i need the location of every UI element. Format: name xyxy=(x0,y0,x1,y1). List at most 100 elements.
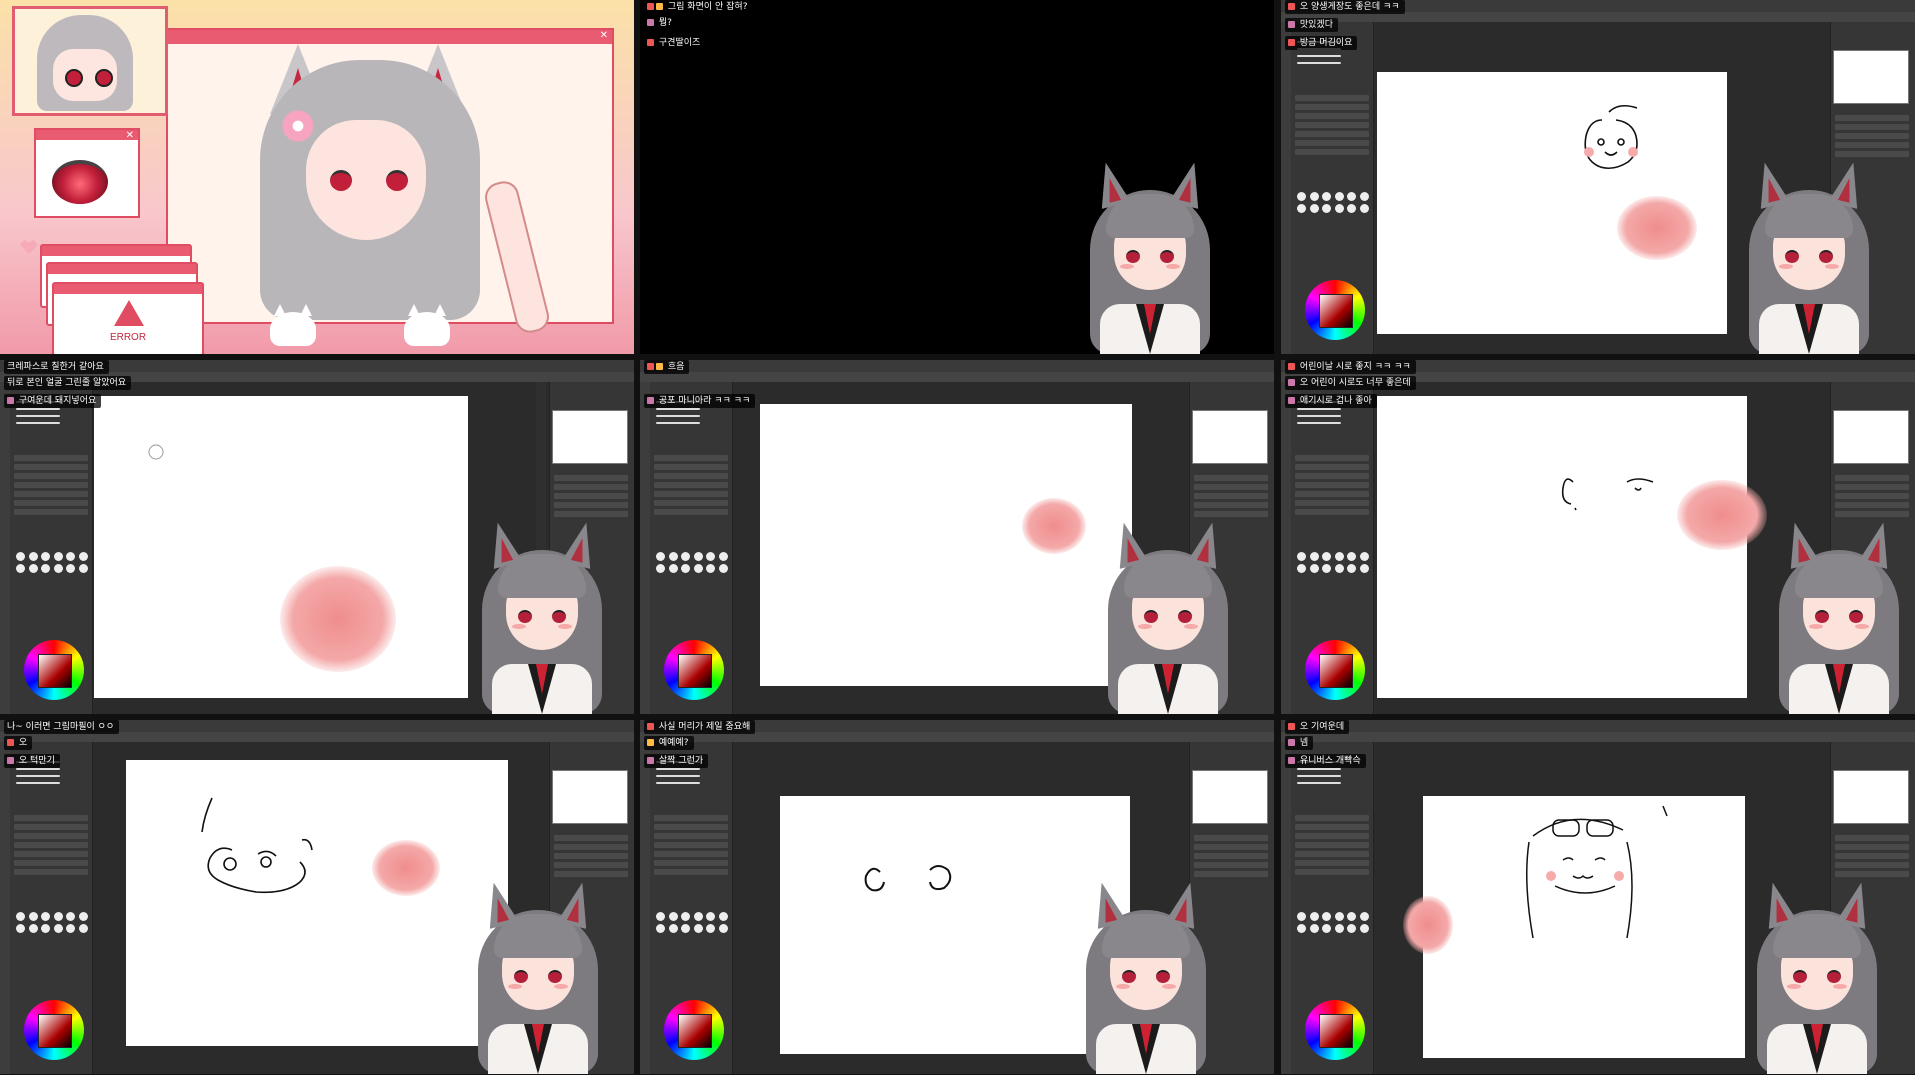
navigator-preview[interactable] xyxy=(1192,770,1268,824)
brush-panel[interactable] xyxy=(10,742,93,1074)
close-icon: ✕ xyxy=(599,30,608,41)
chat-text: 공포 마니아라 ㅋㅋ ㅋㅋ xyxy=(658,396,751,406)
chat-message: 살짝 그런가 xyxy=(644,754,709,768)
layer-list[interactable] xyxy=(1194,832,1268,880)
tool-properties[interactable] xyxy=(1295,452,1369,518)
chat-message: 넴 xyxy=(1285,736,1314,750)
layer-list[interactable] xyxy=(1194,472,1268,520)
brush-size-palette[interactable] xyxy=(1297,192,1369,213)
layer-list[interactable] xyxy=(554,832,628,880)
drawing-canvas[interactable] xyxy=(94,396,468,698)
panel-paint-app-3: 오 양생게장도 좋은데 ㅋㅋ 맛있겠다 방금 머김이요 xyxy=(1281,0,1915,354)
tool-properties[interactable] xyxy=(654,452,728,518)
user-badge-icon xyxy=(647,723,654,730)
brush-size-palette[interactable] xyxy=(16,912,88,933)
user-badge-icon xyxy=(647,19,654,26)
brush-panel[interactable] xyxy=(650,742,733,1074)
avatar-eye-right xyxy=(1156,970,1170,983)
window-titlebar xyxy=(42,246,190,256)
close-icon: ✕ xyxy=(125,130,134,141)
color-wheel[interactable] xyxy=(1305,280,1365,340)
brush-size-palette[interactable] xyxy=(1297,552,1369,573)
eye-window-titlebar: ✕ xyxy=(36,130,138,141)
brush-panel[interactable] xyxy=(1291,382,1374,714)
avatar-eye-left xyxy=(1122,970,1136,983)
drawing-canvas[interactable] xyxy=(760,404,1132,686)
chat-text: 그림 화면이 안 잡혀? xyxy=(667,2,748,12)
brush-panel[interactable] xyxy=(650,382,733,714)
brush-panel[interactable] xyxy=(1291,742,1374,1074)
tool-properties[interactable] xyxy=(14,812,88,878)
brush-panel[interactable] xyxy=(1291,22,1374,354)
tool-bar[interactable] xyxy=(1281,732,1915,742)
chat-text: 뒤로 본인 얼굴 그린줄 알았어요 xyxy=(7,378,127,388)
chat-text: 크레파스로 칠한거 같아요 xyxy=(7,362,104,372)
avatar-eye-left xyxy=(1793,970,1807,983)
user-badge-icon xyxy=(1288,739,1295,746)
closeup-eye xyxy=(52,160,108,204)
layer-list[interactable] xyxy=(1835,112,1909,160)
color-wheel[interactable] xyxy=(1305,1000,1365,1060)
stream-collage-grid: ✕ ✕ ERROR 그림 화면이 안 잡혀? 뭥? 구견딸이즈 오 양생게장도 … xyxy=(0,0,1915,1075)
color-wheel[interactable] xyxy=(1305,640,1365,700)
cat-decoration-icon xyxy=(270,312,316,346)
brush-size-palette[interactable] xyxy=(1297,912,1369,933)
sketch-lines xyxy=(201,797,313,894)
panel-paint-app-6: 어린이날 시로 좋지 ㅋㅋ ㅋㅋ 오 어린이 시로도 너무 좋은데 애기시로 겁… xyxy=(1281,360,1915,714)
drawing-canvas[interactable] xyxy=(1377,396,1767,698)
chibi-window xyxy=(12,6,168,116)
user-badge-icon xyxy=(1288,757,1295,764)
panel-paint-app-8: 사실 머리가 제일 중요해 예예예? 살짝 그런가 xyxy=(640,720,1274,1074)
avatar-blush xyxy=(1825,264,1839,269)
layer-list[interactable] xyxy=(554,472,628,520)
navigator-preview[interactable] xyxy=(1833,770,1909,824)
navigator-preview[interactable] xyxy=(552,770,628,824)
navigator-preview[interactable] xyxy=(1833,410,1909,464)
brush-panel[interactable] xyxy=(10,382,93,714)
color-wheel[interactable] xyxy=(664,1000,724,1060)
tool-properties[interactable] xyxy=(1295,812,1369,878)
navigator-preview[interactable] xyxy=(1192,410,1268,464)
chat-message: 어린이날 시로 좋지 ㅋㅋ ㅋㅋ xyxy=(1285,360,1416,374)
tool-bar[interactable] xyxy=(640,372,1274,382)
color-wheel[interactable] xyxy=(24,640,84,700)
error-label: ERROR xyxy=(109,332,147,343)
avatar-eye-left xyxy=(1815,610,1829,623)
drawing-canvas[interactable] xyxy=(1403,796,1745,1058)
chat-text: 뭥? xyxy=(658,18,672,28)
chat-message: 애기시로 겁나 좋아 xyxy=(1285,394,1377,408)
user-badge-icon xyxy=(647,39,654,46)
avatar-blush xyxy=(1833,984,1847,989)
chat-message: 나~ 이러면 그림마필이 ㅇㅇ xyxy=(4,720,120,734)
layer-list[interactable] xyxy=(1835,832,1909,880)
character-eye-right xyxy=(386,170,408,191)
vtuber-avatar xyxy=(1076,874,1216,1074)
avatar-blush xyxy=(508,984,522,989)
color-wheel[interactable] xyxy=(24,1000,84,1060)
brush-size-palette[interactable] xyxy=(656,552,728,573)
drawing-canvas[interactable] xyxy=(1377,72,1727,334)
tool-properties[interactable] xyxy=(1295,92,1369,158)
avatar-blush xyxy=(1184,624,1198,629)
navigator-preview[interactable] xyxy=(1833,50,1909,104)
user-badge-icon xyxy=(647,397,654,404)
navigator-preview[interactable] xyxy=(552,410,628,464)
chat-message: 공포 마니아라 ㅋㅋ ㅋㅋ xyxy=(644,394,756,408)
tool-properties[interactable] xyxy=(14,452,88,518)
chibi-eye-left xyxy=(65,69,83,87)
tool-properties[interactable] xyxy=(654,812,728,878)
avatar-eye-left xyxy=(1785,250,1799,263)
brush-size-palette[interactable] xyxy=(656,912,728,933)
avatar-eye-left xyxy=(1126,250,1140,263)
vtuber-avatar xyxy=(1747,874,1887,1074)
chat-message: 예예예? xyxy=(644,736,694,750)
avatar-blush xyxy=(554,984,568,989)
color-wheel[interactable] xyxy=(664,640,724,700)
character-eye-left xyxy=(330,170,352,191)
drawing-canvas[interactable] xyxy=(126,760,508,1046)
layer-list[interactable] xyxy=(1835,472,1909,520)
vtuber-avatar xyxy=(1080,154,1220,354)
user-badge-icon xyxy=(647,363,654,370)
brush-size-palette[interactable] xyxy=(16,552,88,573)
chat-text: 오 xyxy=(18,738,28,748)
